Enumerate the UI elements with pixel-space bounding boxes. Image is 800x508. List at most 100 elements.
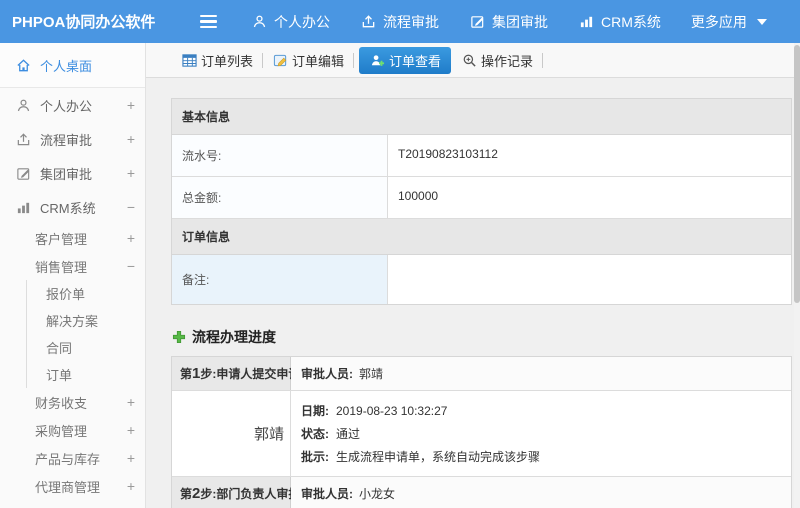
tab-order-edit[interactable]: 订单编辑 — [265, 47, 351, 74]
sidebar-item-sales-mgmt[interactable]: 销售管理 − — [0, 252, 145, 280]
tab-order-list[interactable]: 订单列表 — [174, 47, 260, 74]
tab-label: 操作记录 — [481, 53, 534, 69]
expand-icon[interactable]: + — [127, 478, 135, 494]
person-icon — [251, 14, 267, 29]
field-status: 状态: 通过 — [301, 427, 361, 441]
tab-label: 订单编辑 — [292, 53, 345, 69]
tab-separator — [542, 52, 544, 68]
nav-workflow-approval[interactable]: 流程审批 — [360, 12, 439, 32]
nav-personal-office[interactable]: 个人办公 — [251, 12, 330, 32]
sidebar-item-label: 采购管理 — [35, 423, 88, 439]
table-row: 郭靖 日期: 2019-08-23 10:32:27 状态: 通过 批示: 生成流程申… — [172, 391, 791, 477]
plus-icon — [171, 330, 187, 344]
sidebar-item-label: 个人办公 — [40, 98, 93, 114]
sidebar-item-product-inventory[interactable]: 产品与库存 + — [0, 444, 145, 472]
sidebar-item-purchase[interactable]: 采购管理 + — [0, 416, 145, 444]
sidebar-item-label: 个人桌面 — [40, 58, 93, 74]
expand-icon[interactable]: + — [127, 131, 135, 147]
workflow-icon — [15, 132, 31, 147]
workflow-icon — [360, 14, 376, 29]
sidebar-item-label: 订单 — [46, 368, 73, 383]
expand-icon[interactable]: + — [127, 450, 135, 466]
step-approver: 审批人员: 郭靖 — [291, 357, 791, 390]
nav-crm-system[interactable]: CRM系统 — [578, 12, 661, 32]
sidebar-item-label: 集团审批 — [40, 166, 93, 182]
bar-chart-icon — [578, 14, 594, 29]
top-nav: 个人办公 流程审批 集团审批 CRM系统 更多应用 — [251, 12, 770, 32]
scrollbar[interactable] — [794, 43, 800, 508]
menu-toggle-icon[interactable] — [200, 14, 217, 29]
top-header: PHPOA协同办公软件 个人办公 流程审批 集团审批 CRM系统 更多应用 — [0, 0, 800, 43]
tab-separator — [353, 52, 355, 68]
app-window: PHPOA协同办公软件 个人办公 流程审批 集团审批 CRM系统 更多应用 个人… — [0, 0, 800, 508]
tab-label: 订单查看 — [389, 53, 442, 69]
expand-icon[interactable]: + — [127, 97, 135, 113]
table-row: 总金额: 100000 — [172, 177, 791, 219]
home-icon — [15, 58, 31, 73]
collapse-icon[interactable]: − — [127, 199, 135, 215]
scrollbar-thumb[interactable] — [794, 45, 800, 303]
sidebar-item-quotation[interactable]: 报价单 — [27, 280, 145, 307]
table-row: 第2步:部门负责人审批 审批人员: 小龙女 — [172, 477, 791, 508]
step-fields: 日期: 2019-08-23 10:32:27 状态: 通过 批示: 生成流程申请单，… — [291, 391, 791, 476]
sidebar-item-finance[interactable]: 财务收支 + — [0, 388, 145, 416]
serial-number-label: 流水号: — [172, 135, 388, 176]
table-row: 流水号: T20190823103112 — [172, 135, 791, 177]
tab-order-view[interactable]: 订单查看 — [359, 46, 452, 74]
approver-name: 郭靖 — [359, 367, 384, 381]
sidebar-item-label: 报价单 — [46, 287, 86, 302]
nav-label: 流程审批 — [383, 13, 439, 30]
progress-title: 流程办理进度 — [192, 329, 276, 345]
table-row: 备注: — [172, 255, 791, 304]
sidebar-item-label: 财务收支 — [35, 395, 88, 411]
total-amount-value: 100000 — [398, 189, 439, 203]
caret-down-icon — [754, 18, 770, 25]
tab-separator — [262, 52, 264, 68]
approver-label: 审批人员: — [301, 367, 353, 381]
sidebar: 个人桌面 个人办公 + 流程审批 + 集团审批 + CRM系统 − 客户管理 +… — [0, 43, 146, 508]
sidebar-item-personal-office[interactable]: 个人办公 + — [0, 88, 145, 122]
nav-label: 集团审批 — [492, 13, 548, 30]
sidebar-item-personal-desktop[interactable]: 个人桌面 — [0, 43, 145, 88]
collapse-icon[interactable]: − — [127, 258, 135, 274]
main-area: 订单列表 订单编辑 订单查看 操作记录 基本信息 流水号: T201908231… — [146, 43, 800, 508]
sidebar-item-agent-mgmt[interactable]: 代理商管理 + — [0, 472, 145, 500]
view-icon — [369, 53, 385, 68]
sidebar-item-crm[interactable]: CRM系统 − — [0, 190, 145, 224]
app-logo[interactable]: PHPOA协同办公软件 — [0, 11, 155, 32]
sidebar-item-label: 客户管理 — [35, 231, 88, 247]
tab-operation-log[interactable]: 操作记录 — [454, 47, 540, 74]
expand-icon[interactable]: + — [127, 230, 135, 246]
sidebar-item-workflow-approval[interactable]: 流程审批 + — [0, 122, 145, 156]
nav-label: 个人办公 — [274, 13, 330, 30]
remark-label: 备注: — [172, 255, 388, 304]
sidebar-item-label: 合同 — [46, 341, 73, 356]
expand-icon[interactable]: + — [127, 422, 135, 438]
step-actor-name: 郭靖 — [172, 391, 291, 476]
person-icon — [15, 98, 31, 113]
sidebar-item-group-approval[interactable]: 集团审批 + — [0, 156, 145, 190]
total-amount-label: 总金额: — [172, 177, 388, 218]
expand-icon[interactable]: + — [127, 165, 135, 181]
nav-group-approval[interactable]: 集团审批 — [469, 12, 548, 32]
sidebar-item-order[interactable]: 订单 — [27, 361, 145, 388]
order-info-table: 基本信息 流水号: T20190823103112 总金额: 100000 订单… — [171, 98, 792, 305]
serial-number-value: T20190823103112 — [398, 147, 498, 161]
table-row: 第1步:申请人提交申请 审批人员: 郭靖 — [172, 357, 791, 391]
step-title: 第2步:部门负责人审批 — [172, 477, 300, 508]
sidebar-item-contract[interactable]: 合同 — [27, 334, 145, 361]
sidebar-item-label: 产品与库存 — [35, 451, 101, 467]
nav-label: CRM系统 — [601, 13, 661, 30]
nav-more-apps[interactable]: 更多应用 — [691, 12, 770, 32]
sidebar-item-solution[interactable]: 解决方案 — [27, 307, 145, 334]
expand-icon[interactable]: + — [127, 394, 135, 410]
field-date: 日期: 2019-08-23 10:32:27 — [301, 404, 448, 418]
main-layout: 个人桌面 个人办公 + 流程审批 + 集团审批 + CRM系统 − 客户管理 +… — [0, 43, 800, 508]
edit-icon — [15, 166, 31, 181]
approver-label: 审批人员: — [301, 487, 353, 501]
sidebar-item-label: 流程审批 — [40, 132, 93, 148]
sidebar-submenu-sales: 报价单 解决方案 合同 订单 — [26, 280, 145, 388]
sidebar-item-reports[interactable]: 报表与统计 — [0, 500, 145, 508]
sidebar-item-customer-mgmt[interactable]: 客户管理 + — [0, 224, 145, 252]
approver-name: 小龙女 — [359, 487, 396, 501]
